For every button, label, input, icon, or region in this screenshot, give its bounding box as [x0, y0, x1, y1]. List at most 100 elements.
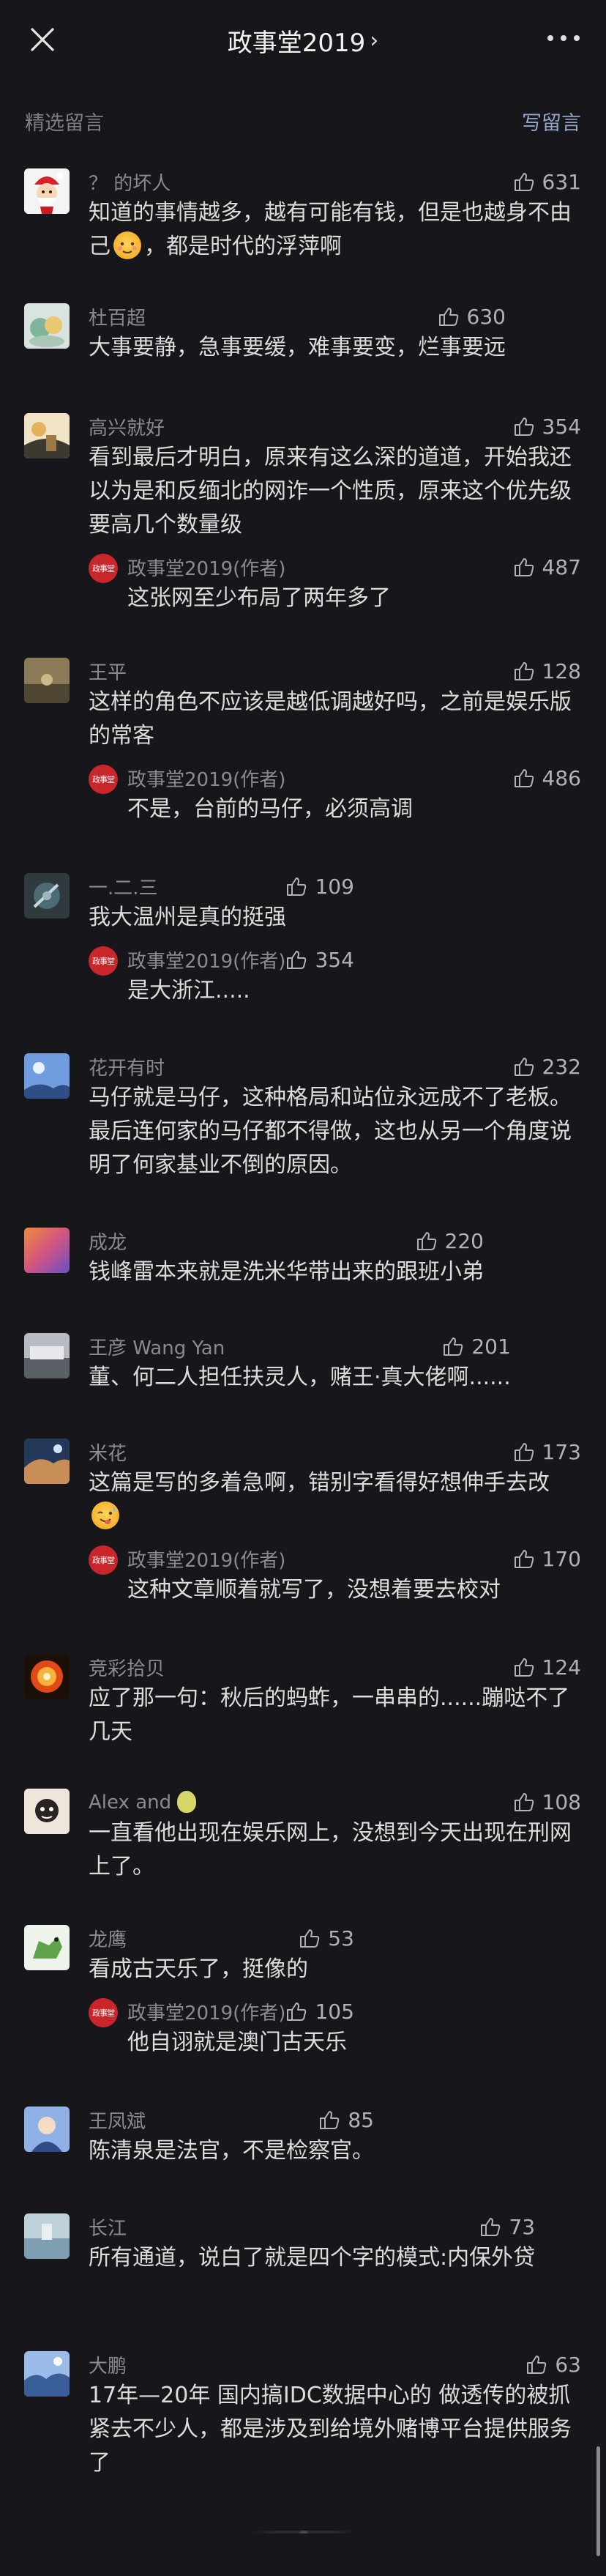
thumbs-up-icon — [514, 1793, 534, 1811]
thumbs-up-icon — [300, 1929, 320, 1948]
comment-nickname[interactable]: 竞彩拾贝 — [89, 1654, 165, 1681]
comment-nickname[interactable]: 龙鹰 — [89, 1925, 127, 1952]
like-count: 630 — [466, 304, 506, 329]
avatar[interactable] — [24, 1654, 70, 1699]
thumbs-up-icon — [320, 2111, 340, 2129]
comment-nickname[interactable]: Alex and — [89, 1790, 197, 1814]
author-avatar[interactable]: 政事堂 — [89, 554, 118, 583]
like-button[interactable]: 630 — [438, 305, 506, 329]
thumbs-up-icon — [287, 877, 307, 896]
section-header: 精选留言 写留言 — [0, 103, 606, 139]
like-count: 128 — [542, 658, 581, 683]
author-reply: 政事堂 政事堂2019(作者) 354 是大浙江..... — [89, 945, 354, 1008]
comment-item: 王彦 Wang Yan 201 董、何二人担任扶灵人，赌王·真大佬啊...... — [0, 1332, 536, 1395]
comment-nickname[interactable]: 大鹏 — [89, 2351, 127, 2378]
like-button[interactable]: 173 — [513, 1440, 581, 1464]
author-avatar[interactable]: 政事堂 — [89, 765, 118, 794]
like-button[interactable]: 170 — [513, 1547, 581, 1571]
pear-emoji-icon — [177, 1790, 197, 1813]
reply-nickname[interactable]: 政事堂2019(作者) — [127, 1545, 285, 1573]
avatar[interactable] — [24, 873, 70, 918]
like-button[interactable]: 486 — [513, 766, 581, 790]
avatar[interactable] — [24, 1925, 70, 1970]
home-indicator[interactable] — [252, 2531, 355, 2534]
comment-nickname[interactable]: 高兴就好 — [89, 413, 165, 440]
comment-nickname[interactable]: 长江 — [89, 2213, 127, 2241]
comment-nickname[interactable]: 王凤斌 — [89, 2107, 146, 2134]
like-button[interactable]: 631 — [513, 170, 581, 194]
avatar[interactable] — [24, 1053, 70, 1099]
blushing-face-emoji-icon — [113, 231, 141, 259]
avatar[interactable] — [24, 1333, 70, 1378]
comment-nickname[interactable]: 米花 — [89, 1439, 127, 1466]
avatar[interactable] — [24, 1439, 70, 1484]
reply-nickname[interactable]: 政事堂2019(作者) — [127, 946, 285, 973]
comment-text: 所有通道，说白了就是四个字的模式:内保外贷 — [89, 2245, 536, 2271]
comment-nickname[interactable]: 一.二.三 — [89, 873, 158, 900]
like-button[interactable]: 53 — [299, 1926, 354, 1950]
comment-item: 大鹏 63 17年—20年 国内搞IDC数据中心的 做透传的被抓紧去不少人，都是… — [0, 2350, 606, 2480]
comment-item: 高兴就好 354 看到最后才明白，原来有这么深的道道，开始我还以为是和反缅北的网… — [0, 412, 606, 615]
thumbs-up-icon — [287, 951, 307, 969]
comment-nickname[interactable]: 王彦 Wang Yan — [89, 1333, 225, 1360]
more-icon[interactable] — [547, 29, 580, 47]
like-button[interactable]: 232 — [513, 1055, 581, 1079]
thumbs-up-icon — [514, 769, 534, 787]
like-button[interactable]: 73 — [479, 2215, 535, 2239]
like-button[interactable]: 109 — [285, 875, 354, 899]
comment-text: 知道的事情越多，越有可能有钱，但是也越身不由己 ，都是时代的浮萍啊 — [89, 200, 572, 259]
like-button[interactable]: 85 — [318, 2108, 374, 2132]
account-name[interactable]: 政事堂2019 — [228, 23, 366, 59]
like-count: 109 — [315, 874, 354, 899]
avatar[interactable] — [24, 2351, 70, 2397]
like-button[interactable]: 201 — [442, 1334, 511, 1359]
like-button[interactable]: 108 — [513, 1790, 581, 1814]
like-button[interactable]: 63 — [525, 2353, 581, 2377]
thumbs-up-icon — [527, 2356, 547, 2374]
reply-text: 这张网至少布局了两年多了 — [127, 585, 391, 611]
avatar[interactable] — [24, 413, 70, 459]
author-avatar[interactable]: 政事堂 — [89, 1545, 118, 1575]
comment-text: 这样的角色不应该是越低调越好吗，之前是娱乐版的常客 — [89, 689, 572, 749]
author-reply: 政事堂 政事堂2019(作者) 170 这种文章顺着就写了，没想着要去校对 — [89, 1544, 581, 1607]
author-reply: 政事堂 政事堂2019(作者) 105 他自诩就是澳门古天乐 — [89, 1997, 354, 2060]
comment-nickname[interactable]: ？ 的坏人 — [89, 168, 171, 196]
thumbs-up-icon — [514, 1443, 534, 1461]
avatar[interactable] — [24, 168, 70, 214]
write-comment-button[interactable]: 写留言 — [522, 107, 581, 136]
comment-text: 我大温州是真的挺强 — [89, 905, 286, 930]
avatar[interactable] — [24, 1789, 70, 1834]
comment-nickname[interactable]: 王平 — [89, 658, 127, 685]
like-count: 63 — [555, 2352, 581, 2377]
like-count: 201 — [471, 1334, 511, 1359]
top-bar: 政事堂2019 › — [0, 0, 606, 81]
comment-nickname[interactable]: 花开有时 — [89, 1053, 165, 1080]
like-button[interactable]: 354 — [285, 948, 354, 972]
close-icon[interactable] — [28, 25, 57, 54]
reply-nickname[interactable]: 政事堂2019(作者) — [127, 554, 285, 581]
chevron-right-icon: › — [370, 27, 379, 53]
thumbs-up-icon — [438, 308, 458, 326]
like-button[interactable]: 487 — [513, 555, 581, 579]
comment-text: 看到最后才明白，原来有这么深的道道，开始我还以为是和反缅北的网诈一个性质，原来这… — [89, 445, 572, 538]
avatar[interactable] — [24, 1228, 70, 1273]
comment-nickname[interactable]: 杜百超 — [89, 303, 146, 330]
comment-nickname[interactable]: 成龙 — [89, 1228, 127, 1255]
like-button[interactable]: 220 — [416, 1229, 484, 1253]
like-button[interactable]: 354 — [513, 415, 581, 439]
author-reply: 政事堂 政事堂2019(作者) 487 这张网至少布局了两年多了 — [89, 552, 581, 615]
scrollbar[interactable] — [596, 2446, 600, 2556]
page-title[interactable]: 政事堂2019 › — [228, 23, 379, 59]
like-button[interactable]: 128 — [513, 659, 581, 683]
reply-text: 不是，台前的马仔，必须高调 — [127, 796, 413, 822]
author-avatar[interactable]: 政事堂 — [89, 1998, 118, 2027]
author-avatar[interactable]: 政事堂 — [89, 946, 118, 976]
reply-nickname[interactable]: 政事堂2019(作者) — [127, 1998, 285, 2025]
avatar[interactable] — [24, 2107, 70, 2152]
like-button[interactable]: 105 — [285, 2000, 354, 2024]
reply-nickname[interactable]: 政事堂2019(作者) — [127, 765, 285, 792]
avatar[interactable] — [24, 2213, 70, 2259]
avatar[interactable] — [24, 303, 70, 349]
avatar[interactable] — [24, 658, 70, 703]
like-button[interactable]: 124 — [513, 1655, 581, 1679]
